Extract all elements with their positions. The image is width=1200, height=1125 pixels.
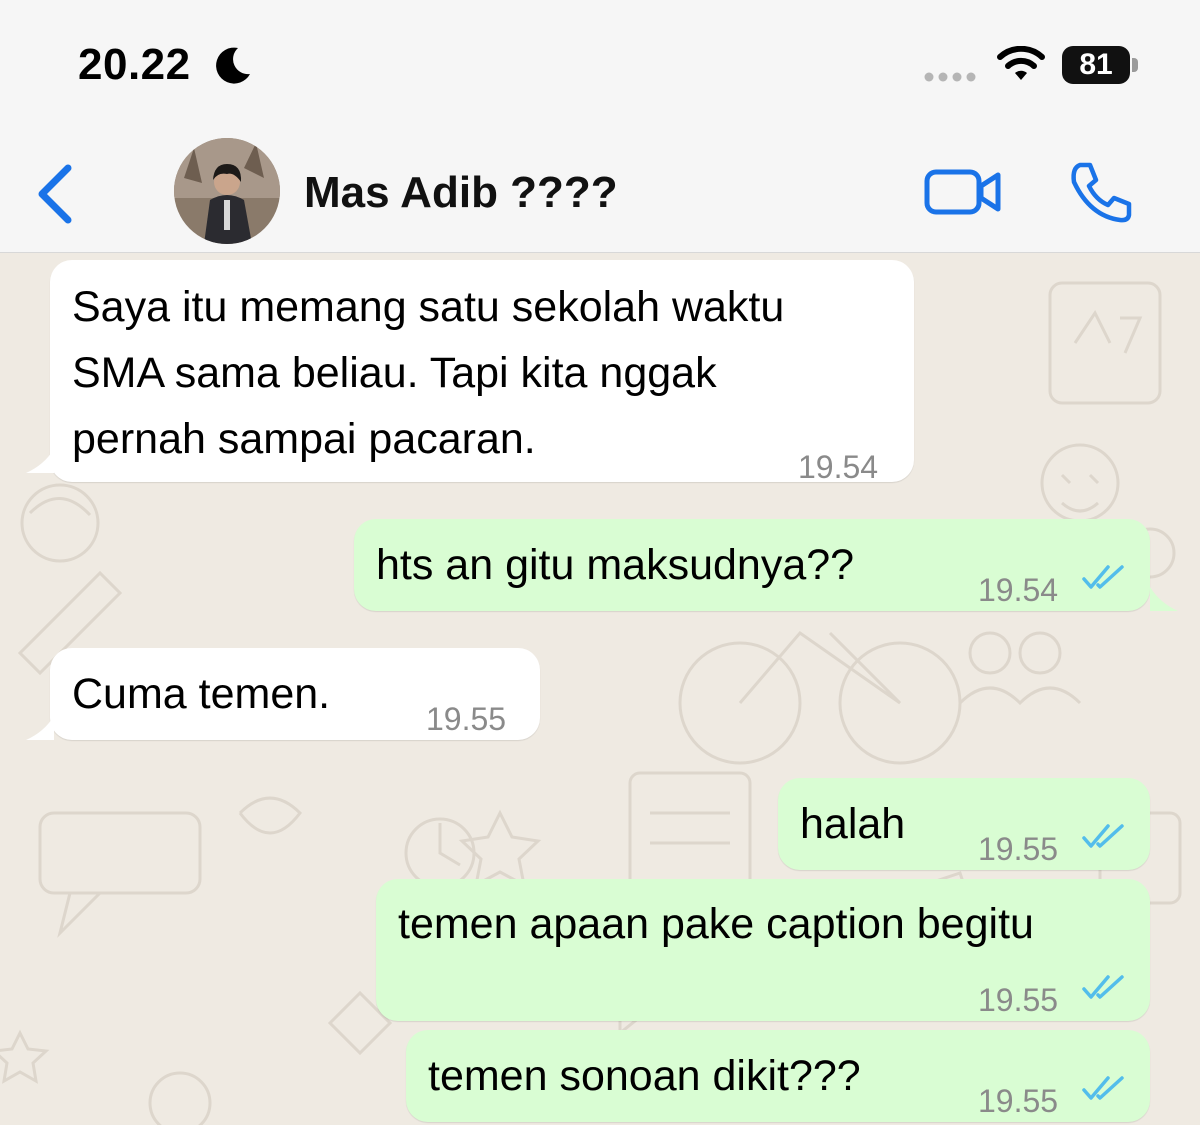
message-bubble-outgoing[interactable]: hts an gitu maksudnya?? 19.54 [354,519,1150,611]
message-text-line: pernah sampai pacaran. [72,415,536,463]
message-bubble-outgoing[interactable]: temen apaan pake caption begitu 19.55 [376,879,1150,1021]
chat-header: 20.22 81 Mas Adib ???? [0,0,1200,253]
message-bubble-outgoing[interactable]: temen sonoan dikit??? 19.55 [406,1030,1150,1122]
contact-name[interactable]: Mas Adib ???? [304,168,618,218]
message-time: 19.55 [426,701,507,737]
message-bubble-incoming[interactable]: Saya itu memang satu sekolah waktu SMA s… [50,260,914,485]
read-ticks-icon [1082,1076,1124,1100]
status-time: 20.22 [78,40,191,89]
chat-area[interactable]: Saya itu memang satu sekolah waktu SMA s… [0,253,1200,1125]
avatar[interactable] [174,138,280,244]
battery-indicator: 81 [1062,46,1140,84]
message-bubble-incoming[interactable]: Cuma temen. 19.55 [50,648,540,740]
message-time: 19.55 [978,1083,1059,1119]
message-text: temen sonoan dikit??? [428,1052,861,1100]
message-text: halah [800,800,906,848]
read-ticks-icon [1082,824,1124,848]
message-text-line: SMA sama beliau. Tapi kita nggak [72,349,717,397]
bubble-tail [1150,587,1178,611]
message-time: 19.54 [798,449,879,485]
message-text: hts an gitu maksudnya?? [376,541,855,589]
read-ticks-icon [1082,565,1124,589]
battery-level: 81 [1079,48,1113,81]
message-time: 19.55 [978,982,1059,1018]
bubble-tail [26,449,54,473]
message-bubble-outgoing[interactable]: halah 19.55 [778,778,1150,870]
bubble-tail [26,716,54,740]
message-time: 19.55 [978,831,1059,867]
message-text: temen apaan pake caption begitu [398,900,1034,948]
video-camera-icon[interactable] [924,166,1002,218]
wifi-icon [997,46,1045,80]
signal-dots-icon [924,72,976,82]
phone-icon[interactable] [1068,160,1134,224]
moon-icon [216,47,250,84]
chevron-left-icon[interactable] [34,162,78,226]
message-time: 19.54 [978,572,1059,608]
message-text-line: Saya itu memang satu sekolah waktu [72,283,785,331]
message-text: Cuma temen. [72,670,331,718]
read-ticks-icon [1082,975,1124,999]
